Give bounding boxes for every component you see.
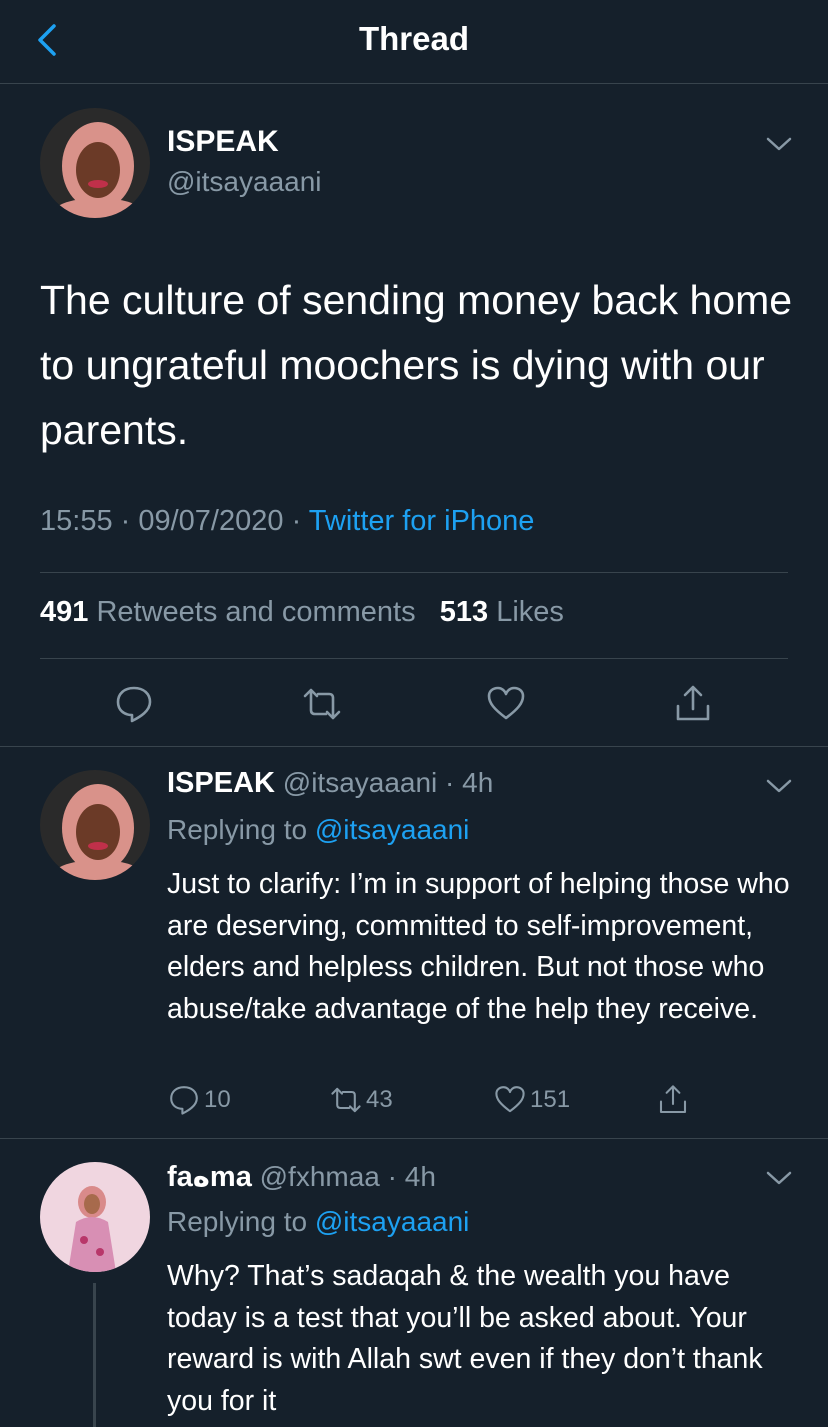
tweet-stats: 491 Retweets and comments 513 Likes [40, 596, 564, 629]
avatar[interactable] [40, 770, 150, 880]
separator: · [120, 505, 139, 537]
separator: · [437, 767, 463, 798]
retweets-stat[interactable]: 491 Retweets and comments [40, 596, 416, 628]
chevron-down-icon[interactable] [765, 777, 793, 795]
reply-age: 4h [462, 767, 494, 798]
tweet-text: The culture of sending money back home t… [40, 277, 793, 453]
reply-author-handle[interactable]: @fxhmaa [260, 1161, 380, 1192]
tweet-date: 09/07/2020 [138, 505, 284, 537]
thread-connector-line [93, 1283, 96, 1427]
retweet-icon[interactable] [302, 684, 342, 724]
reply-text: Just to clarify: I’m in support of helpi… [167, 868, 790, 1025]
replying-to-link[interactable]: @itsayaaani [315, 1206, 470, 1237]
share-icon[interactable] [673, 684, 713, 724]
divider [0, 746, 828, 747]
like-count: 151 [530, 1086, 571, 1113]
divider [40, 658, 788, 659]
top-bar: Thread [0, 0, 828, 84]
tweet-meta: 15:55 · 09/07/2020 · Twitter for iPhone [40, 505, 534, 538]
reply-text: Why? That’s sadaqah & the wealth you hav… [167, 1260, 763, 1417]
divider [40, 572, 788, 573]
reply-header: ISPEAK @itsayaaani · 4h [167, 767, 493, 800]
retweet-count: 43 [366, 1086, 393, 1113]
comment-icon[interactable] [114, 684, 154, 724]
author-handle[interactable]: @itsayaaani [167, 166, 322, 198]
page-title: Thread [358, 20, 470, 57]
chevron-down-icon[interactable] [765, 135, 793, 153]
reply-author-name[interactable]: faهma [167, 1161, 252, 1193]
comment-count: 10 [204, 1086, 231, 1113]
reply-comment-action[interactable]: 10 [168, 1084, 231, 1116]
likes-stat[interactable]: 513 Likes [440, 596, 564, 628]
reply-author-handle[interactable]: @itsayaaani [283, 767, 438, 798]
replying-to: Replying to @itsayaaani [167, 814, 470, 845]
reply-header: faهma @fxhmaa · 4h [167, 1159, 436, 1194]
tweet-source-link[interactable]: Twitter for iPhone [309, 505, 535, 537]
reply-author-name[interactable]: ISPEAK [167, 767, 275, 799]
chevron-down-icon[interactable] [765, 1169, 793, 1187]
author-name[interactable]: ISPEAK [167, 125, 279, 159]
avatar[interactable] [40, 1162, 150, 1272]
share-icon [659, 1085, 687, 1114]
tweet-time: 15:55 [40, 505, 113, 537]
heart-icon[interactable] [486, 684, 526, 724]
reply-retweet-action[interactable]: 43 [330, 1084, 393, 1116]
reply-age: 4h [404, 1161, 436, 1192]
replying-to-link[interactable]: @itsayaaani [315, 814, 470, 845]
separator: · [291, 505, 309, 537]
replying-to: Replying to @itsayaaani [167, 1206, 470, 1237]
divider [0, 1138, 828, 1139]
avatar[interactable] [40, 108, 150, 218]
reply-like-action[interactable]: 151 [494, 1084, 570, 1116]
retweet-icon [331, 1087, 361, 1113]
separator: · [379, 1161, 405, 1192]
reply-share-action[interactable] [657, 1084, 689, 1116]
heart-icon [495, 1086, 525, 1113]
comment-icon [170, 1086, 198, 1115]
